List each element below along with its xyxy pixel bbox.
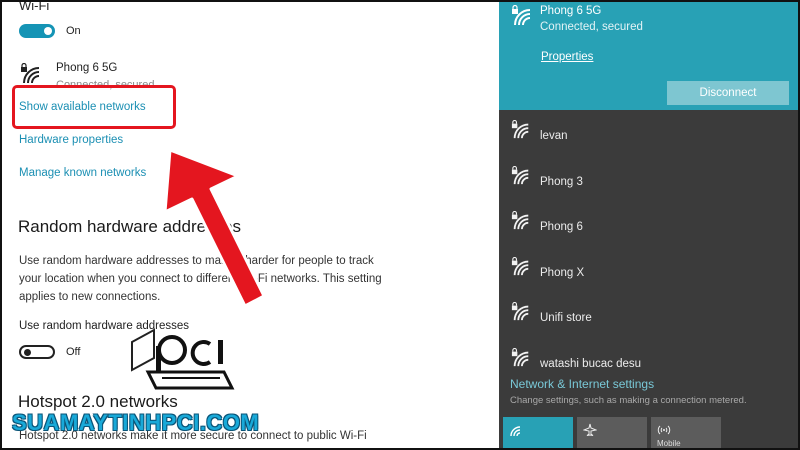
wifi-secured-icon (510, 165, 532, 186)
random-toggle-state: Off (66, 346, 81, 358)
network-name: levan (540, 130, 568, 142)
quick-action-wifi[interactable] (503, 417, 573, 450)
wifi-secured-icon (510, 347, 532, 368)
wifi-secured-icon (510, 256, 532, 277)
properties-link[interactable]: Properties (541, 51, 593, 63)
random-addresses-description: Use random hardware addresses to make it… (19, 255, 382, 303)
network-item[interactable]: Phong X (499, 253, 800, 297)
wifi-secured-icon (510, 210, 532, 231)
site-watermark: SUAMAYTINHPCI.COM (12, 410, 260, 435)
network-settings-description: Change settings, such as making a connec… (510, 395, 747, 406)
network-item[interactable]: levan (499, 116, 800, 160)
wifi-toggle-state: On (66, 25, 81, 37)
network-item[interactable]: Phong 6 (499, 207, 800, 251)
network-name: Phong X (540, 266, 585, 279)
network-name: Phong 3 (540, 175, 583, 188)
hardware-properties-link[interactable]: Hardware properties (19, 134, 123, 146)
connected-network-panel[interactable]: Phong 6 5G Connected, secured Properties… (499, 0, 800, 110)
random-addresses-toggle[interactable] (19, 345, 55, 359)
network-flyout: Phong 6 5G Connected, secured Properties… (499, 0, 800, 450)
current-network-name: Phong 6 5G (56, 62, 118, 74)
wifi-icon (510, 426, 521, 437)
toggle-knob (44, 27, 52, 35)
random-addresses-title: Random hardware addresses (18, 217, 242, 236)
wifi-secured-icon (510, 4, 532, 26)
wifi-settings-pane: Wi-Fi On Phong 6 5G Connected, secured S… (2, 2, 499, 448)
pci-logo (128, 328, 238, 400)
mobile-hotspot-icon (657, 425, 671, 435)
wifi-secured-icon (510, 301, 532, 322)
highlight-box (12, 85, 176, 129)
network-name: Phong 6 (540, 221, 583, 233)
wifi-toggle[interactable] (19, 24, 55, 38)
airplane-icon (583, 423, 597, 436)
manage-known-networks-link[interactable]: Manage known networks (19, 167, 146, 179)
network-name: watashi bucac desu (540, 357, 642, 370)
wifi-heading: Wi-Fi (19, 2, 50, 13)
quick-action-mobile-hotspot[interactable]: Mobile (651, 417, 721, 450)
toggle-knob (24, 349, 31, 356)
network-internet-settings-link[interactable]: Network & Internet settings (510, 377, 654, 391)
connected-network-status: Connected, secured (540, 21, 643, 33)
wifi-secured-icon (510, 119, 532, 140)
network-item[interactable]: Phong 3 (499, 162, 800, 206)
network-item[interactable]: Unifi store (499, 298, 800, 342)
connected-network-name: Phong 6 5G (540, 5, 602, 17)
wifi-secured-icon (19, 62, 41, 84)
network-name: Unifi store (540, 312, 592, 324)
disconnect-button[interactable]: Disconnect (667, 81, 789, 105)
quick-action-label: Mobile (657, 439, 681, 448)
quick-action-airplane[interactable] (577, 417, 647, 450)
